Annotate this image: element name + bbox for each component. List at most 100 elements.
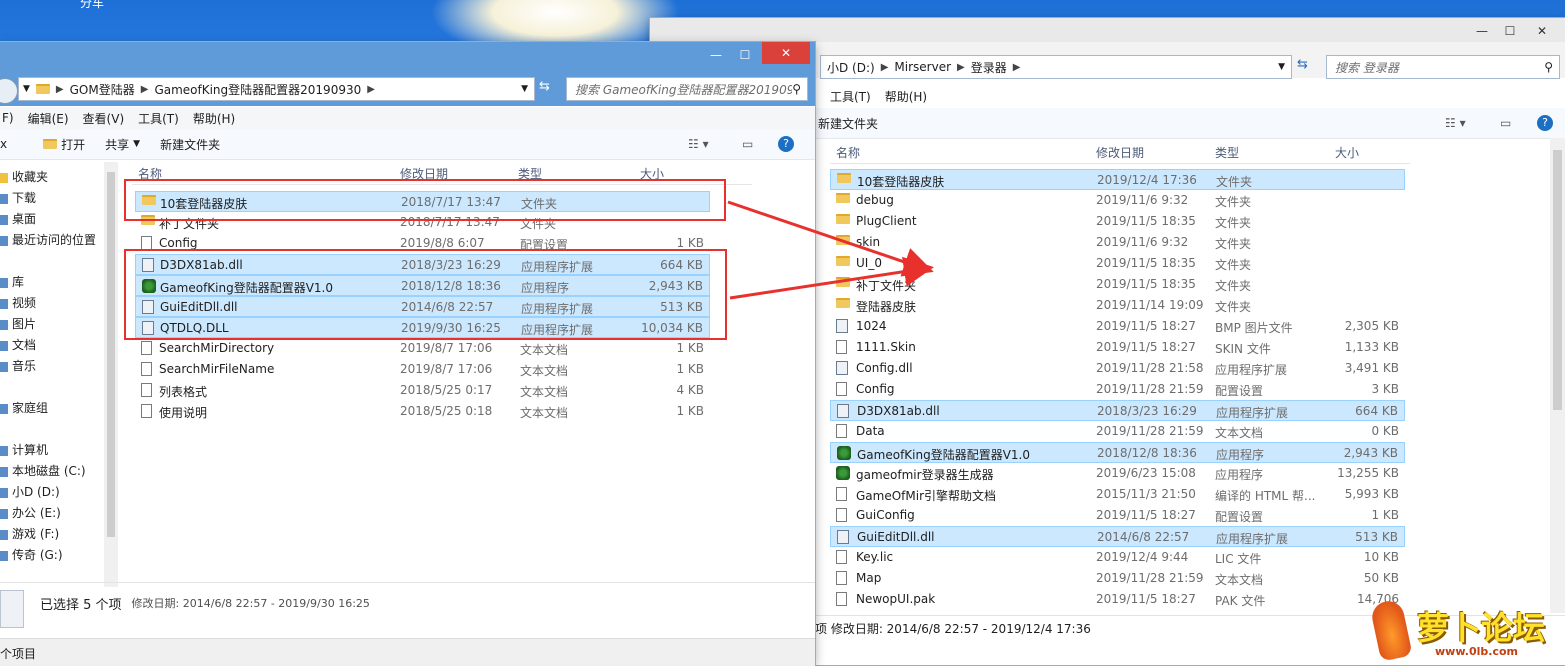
chevron-down-icon[interactable]: ▼ — [521, 84, 534, 94]
menu-file[interactable]: F) — [2, 111, 14, 125]
close-button[interactable]: ✕ — [762, 42, 810, 64]
file-name: SearchMirFileName — [159, 362, 275, 376]
download-icon — [0, 193, 8, 204]
menu-help[interactable]: 帮助(H) — [885, 88, 927, 105]
nav-item[interactable]: 视频 — [0, 294, 36, 311]
file-row[interactable]: GuiConfig 2019/11/5 18:27 配置设置 1 KB — [830, 505, 1405, 526]
open-button[interactable]: 打开 — [43, 136, 85, 153]
file-row[interactable]: Config.dll 2019/11/28 21:58 应用程序扩展 3,491 KB — [830, 358, 1405, 379]
file-icon — [836, 340, 847, 354]
scroll-thumb[interactable] — [1553, 150, 1562, 410]
scroll-thumb[interactable] — [107, 172, 115, 537]
nav-item[interactable]: 家庭组 — [0, 399, 48, 416]
nav-item[interactable]: 本地磁盘 (C:) — [0, 462, 86, 479]
date-range: 修改日期: 2014/6/8 22:57 - 2019/9/30 16:25 — [131, 597, 370, 610]
music-icon — [0, 361, 8, 372]
column-date[interactable]: 修改日期 — [1096, 144, 1144, 161]
minimize-button[interactable]: — — [1470, 20, 1494, 42]
chevron-down-icon[interactable]: ▼ — [1278, 62, 1291, 72]
preview-pane-icon[interactable]: ▭ — [1500, 116, 1511, 130]
left-address-bar[interactable]: ▼ ▶ GOM登陆器 ▶ GameofKing登陆器配置器20190930 ▶ ▼ — [18, 77, 535, 101]
file-date: 2019/11/28 21:59 — [1096, 571, 1204, 585]
menu-tools[interactable]: 工具(T) — [138, 110, 179, 127]
file-icon — [836, 424, 847, 438]
file-type: 文本文档 — [1215, 426, 1264, 440]
share-button[interactable]: 共享 ▼ — [105, 136, 140, 153]
menu-help[interactable]: 帮助(H) — [193, 110, 235, 127]
file-icon — [836, 382, 847, 396]
file-type: 文本文档 — [520, 343, 569, 357]
file-icon — [141, 383, 152, 397]
breadcrumb[interactable]: 小D (D:) — [821, 59, 881, 76]
file-row[interactable]: Key.lic 2019/12/4 9:44 LIC 文件 10 KB — [830, 547, 1405, 568]
file-row[interactable]: D3DX81ab.dll 2018/3/23 16:29 应用程序扩展 664 KB — [830, 400, 1405, 421]
nav-item[interactable]: 下载 — [0, 189, 36, 206]
file-type: 应用程序扩展 — [1216, 406, 1289, 420]
file-row[interactable]: Data 2019/11/28 21:59 文本文档 0 KB — [830, 421, 1405, 442]
nav-item[interactable]: 库 — [0, 273, 24, 290]
file-size: 3 KB — [1371, 382, 1399, 396]
file-row[interactable]: GameofKing登陆器配置器V1.0 2018/12/8 18:36 应用程序 2… — [830, 442, 1405, 463]
preview-pane-icon[interactable]: ▭ — [742, 137, 753, 151]
file-row[interactable]: gameofmir登录器生成器 2019/6/23 15:08 应用程序 13,255… — [830, 463, 1405, 484]
new-folder-button[interactable]: 新建文件夹 — [160, 136, 220, 153]
left-search-input[interactable]: 搜索 GameofKing登陆器配置器201909... ⚲ — [566, 77, 808, 101]
column-name[interactable]: 名称 — [836, 144, 860, 161]
help-icon[interactable]: ? — [1537, 115, 1553, 131]
file-date: 2019/8/7 17:06 — [400, 341, 493, 355]
file-row[interactable]: GuiEditDll.dll 2014/6/8 22:57 应用程序扩展 513 KB — [830, 526, 1405, 547]
nav-item[interactable]: 收藏夹 — [0, 168, 48, 185]
nav-item[interactable]: 游戏 (F:) — [0, 525, 59, 542]
view-options-icon[interactable]: ☷ ▾ — [688, 137, 709, 151]
file-row[interactable]: SearchMirDirectory 2019/8/7 17:06 文本文档 1 KB — [135, 338, 710, 359]
file-row[interactable]: Config 2019/11/28 21:59 配置设置 3 KB — [830, 379, 1405, 400]
breadcrumb[interactable]: GameofKing登陆器配置器20190930 — [148, 81, 367, 98]
file-row[interactable]: 1111.Skin 2019/11/5 18:27 SKIN 文件 1,133 KB — [830, 337, 1405, 358]
right-address-bar[interactable]: 小D (D:) ▶ Mirserver ▶ 登录器 ▶ ▼ — [820, 55, 1292, 79]
file-type: 编译的 HTML 帮... — [1215, 489, 1316, 503]
view-options-icon[interactable]: ☷ ▾ — [1445, 116, 1466, 130]
maximize-button[interactable]: ☐ — [1498, 20, 1522, 42]
nav-item[interactable]: 最近访问的位置 — [0, 231, 96, 248]
maximize-button[interactable]: ☐ — [730, 44, 760, 66]
close-button[interactable]: ✕ — [1522, 20, 1562, 42]
breadcrumb[interactable]: Mirserver — [888, 60, 957, 74]
menu-edit[interactable]: 编辑(E) — [28, 110, 69, 127]
new-folder-button[interactable]: 新建文件夹 — [818, 115, 878, 132]
minimize-button[interactable]: — — [703, 44, 729, 66]
file-icon — [141, 341, 152, 355]
refresh-icon[interactable]: ⇆ — [539, 79, 550, 94]
breadcrumb[interactable]: 登录器 — [965, 59, 1013, 76]
file-size: 0 KB — [1371, 424, 1399, 438]
right-search-input[interactable]: 搜索 登录器 ⚲ — [1326, 55, 1560, 79]
file-row[interactable]: 使用说明 2018/5/25 0:18 文本文档 1 KB — [135, 401, 710, 422]
file-date: 2018/3/23 16:29 — [1097, 404, 1197, 418]
menu-view[interactable]: 查看(V) — [83, 110, 125, 127]
column-size[interactable]: 大小 — [1335, 144, 1359, 161]
file-date: 2019/11/5 18:27 — [1096, 340, 1196, 354]
file-row[interactable]: SearchMirFileName 2019/8/7 17:06 文本文档 1 KB — [135, 359, 710, 380]
nav-item[interactable]: 办公 (E:) — [0, 504, 61, 521]
file-row[interactable]: GameOfMir引擎帮助文档 2015/11/3 21:50 编译的 HTML 帮… — [830, 484, 1405, 505]
right-scrollbar[interactable] — [1550, 138, 1565, 613]
file-date: 2019/8/8 6:07 — [400, 236, 485, 250]
file-row[interactable]: 列表格式 2018/5/25 0:17 文本文档 4 KB — [135, 380, 710, 401]
menu-tools[interactable]: 工具(T) — [830, 88, 871, 105]
nav-item[interactable]: 桌面 — [0, 210, 36, 227]
nav-item[interactable]: 小D (D:) — [0, 483, 60, 500]
nav-item[interactable]: 计算机 — [0, 441, 48, 458]
nav-item[interactable]: 音乐 — [0, 357, 36, 374]
nav-item[interactable]: 图片 — [0, 315, 36, 332]
file-row[interactable]: Map 2019/11/28 21:59 文本文档 50 KB — [830, 568, 1405, 589]
nav-scrollbar[interactable] — [104, 162, 118, 587]
nav-item[interactable]: 文档 — [0, 336, 36, 353]
help-icon[interactable]: ? — [778, 136, 794, 152]
chevron-down-icon[interactable]: ▼ — [19, 84, 30, 94]
column-type[interactable]: 类型 — [1215, 144, 1239, 161]
breadcrumb[interactable]: GOM登陆器 — [64, 81, 141, 98]
file-size: 13,255 KB — [1337, 466, 1399, 480]
file-date: 2019/11/14 19:09 — [1096, 298, 1204, 312]
file-row[interactable]: NewopUI.pak 2019/11/5 18:27 PAK 文件 14,706 — [830, 589, 1405, 610]
nav-item[interactable]: 传奇 (G:) — [0, 546, 63, 563]
refresh-icon[interactable]: ⇆ — [1297, 57, 1308, 72]
